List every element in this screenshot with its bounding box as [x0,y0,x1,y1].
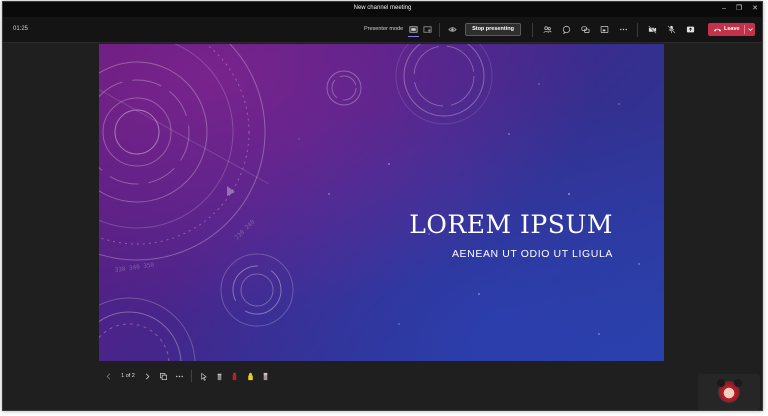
mic-off-icon[interactable] [666,24,677,35]
toolbar-divider [439,23,440,37]
laser-pointer-icon[interactable] [198,370,208,382]
grid-view-icon[interactable] [158,370,168,382]
meeting-window: New channel meeting – ❐ ✕ 01:25 Presente… [2,1,763,411]
avatar [717,379,742,403]
meeting-toolbar: 01:25 Presenter mode Stop presenting Lea… [3,17,762,43]
eraser-icon[interactable] [260,370,270,382]
chat-icon[interactable] [561,24,572,35]
close-icon[interactable]: ✕ [750,4,760,14]
slide-background-graphic: 330 340 350 230 240 [99,44,640,361]
presentation-stage: 330 340 350 230 240 LOREM IPSUM AENEAN U… [3,44,762,410]
leave-divider [744,25,745,34]
camera-off-icon[interactable] [647,24,658,35]
people-icon[interactable] [542,24,553,35]
next-slide-icon[interactable] [142,370,152,382]
self-video-tile[interactable] [698,374,760,410]
previous-slide-icon[interactable] [103,370,113,382]
shared-slide: 330 340 350 230 240 LOREM IPSUM AENEAN U… [99,44,664,361]
more-icon[interactable] [618,24,629,35]
toolbar-divider [637,23,638,37]
restore-icon[interactable]: ❐ [734,4,744,14]
leave-button[interactable]: Leave [708,23,755,36]
share-icon[interactable] [685,24,696,35]
presenter-mode-standout-icon[interactable] [408,24,419,35]
reactions-icon[interactable] [580,24,591,35]
window-title: New channel meeting [353,5,412,11]
eye-icon[interactable] [447,24,458,35]
toolbar-divider [532,23,533,37]
highlighter-icon[interactable] [245,370,255,382]
presenter-mode-label: Presenter mode [364,26,404,32]
stop-presenting-button[interactable]: Stop presenting [465,23,521,36]
minimize-icon[interactable]: – [719,4,729,14]
meeting-timer: 01:25 [13,26,29,32]
title-bar: New channel meeting – ❐ ✕ [3,2,762,17]
presenter-mode-selected-indicator [408,36,419,37]
red-pen-icon[interactable] [229,370,239,382]
leave-label: Leave [724,26,740,32]
slide-controls-divider [191,370,192,382]
rooms-icon[interactable] [599,24,610,35]
more-options-icon[interactable] [174,370,184,382]
presenter-mode-content-only-icon[interactable] [422,24,433,35]
slide-page-indicator: 1 of 2 [121,373,135,379]
slide-title: LOREM IPSUM [409,210,613,239]
slide-subtitle: AENEAN UT ODIO UT LIGULA [451,248,613,260]
hang-up-icon [713,28,722,32]
chevron-down-icon[interactable] [747,25,754,34]
slide-controls: 1 of 2 [103,368,303,384]
svg-text:330 340 350: 330 340 350 [114,261,155,274]
svg-text:230 240: 230 240 [233,218,256,241]
pen-icon[interactable] [214,370,224,382]
